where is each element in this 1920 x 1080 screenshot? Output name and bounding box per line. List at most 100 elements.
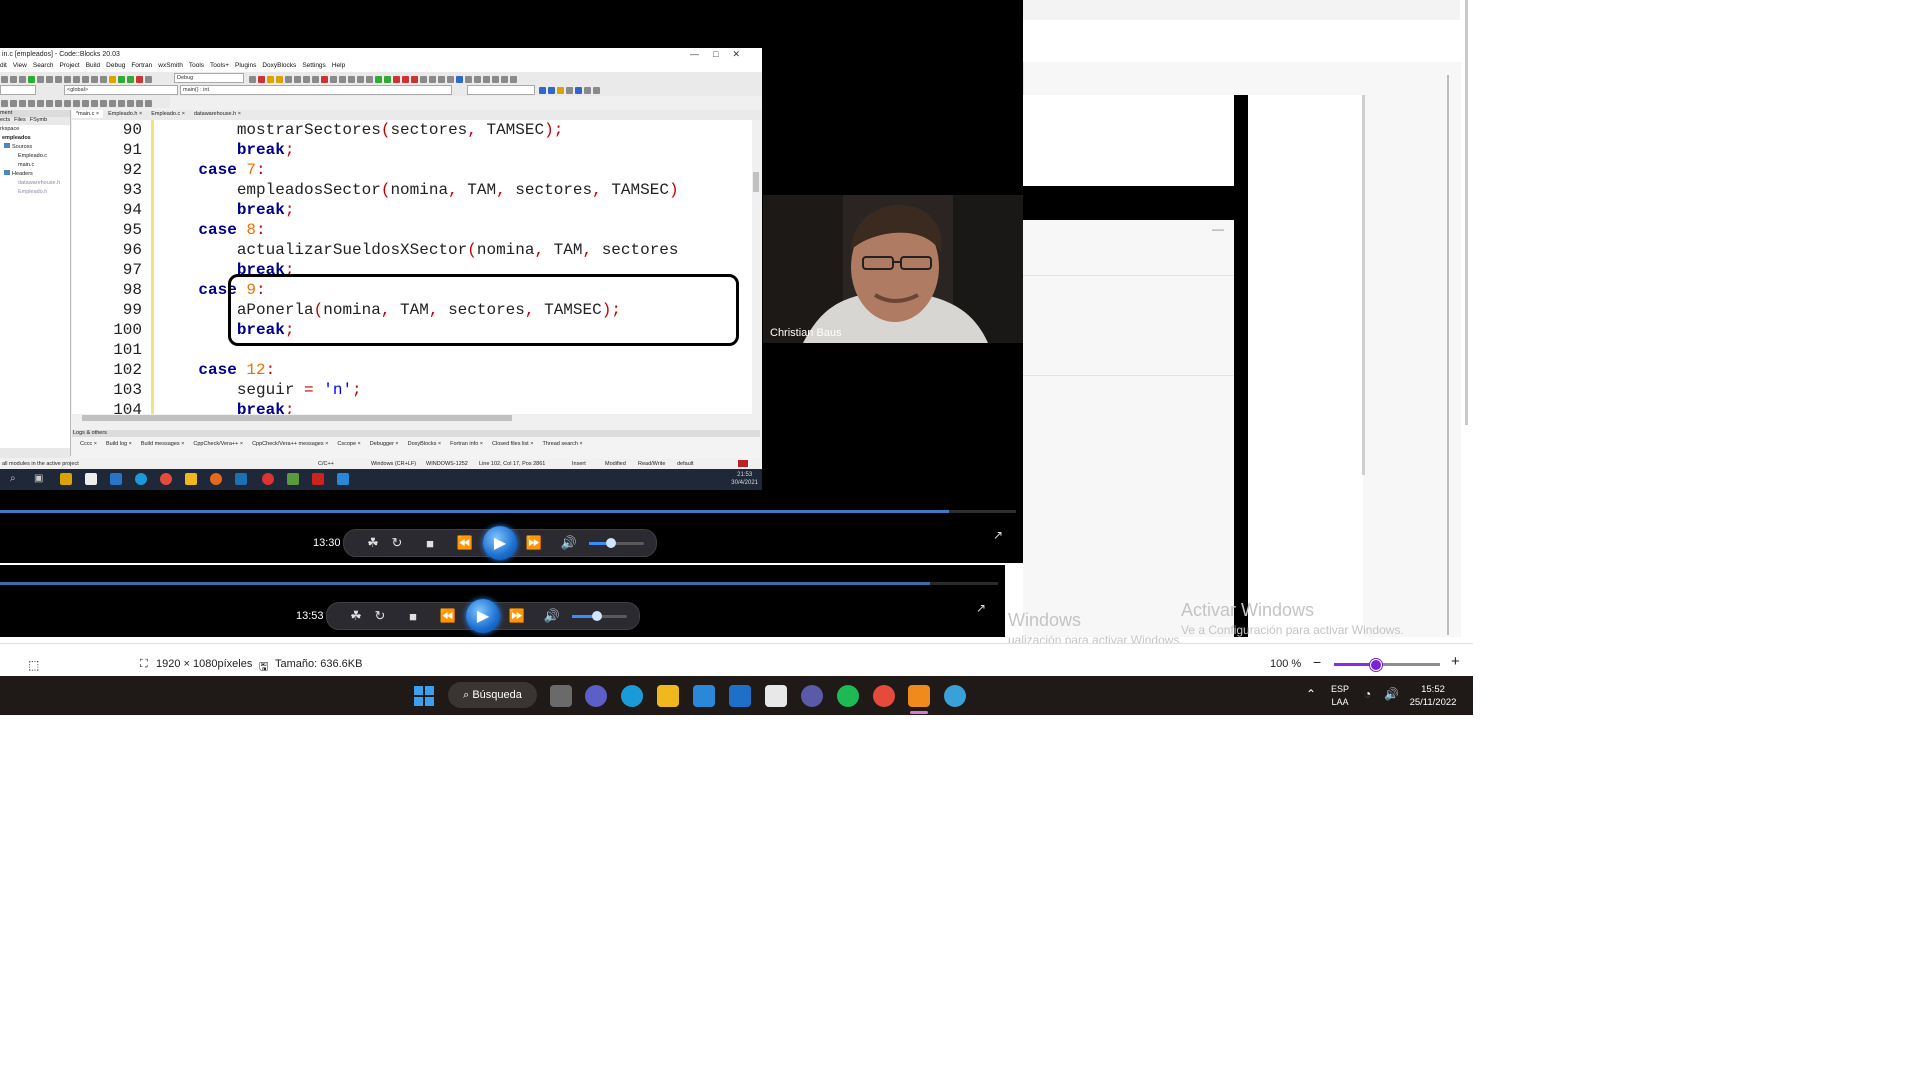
- menu-item-view[interactable]: View: [13, 62, 27, 69]
- fast-forward-icon[interactable]: ⏩: [521, 530, 547, 556]
- repeat-icon[interactable]: ↻: [384, 530, 410, 556]
- log-tab[interactable]: Cscope ×: [337, 441, 360, 447]
- seek-bar-front[interactable]: [0, 510, 1016, 513]
- log-tab[interactable]: Fortran info ×: [450, 441, 483, 447]
- editor-vertical-scrollbar[interactable]: [752, 120, 760, 417]
- editor-tab[interactable]: *main.c ×: [72, 110, 104, 118]
- menu-item-plugins[interactable]: Plugins: [235, 62, 256, 69]
- play-icon[interactable]: ▶: [466, 599, 500, 633]
- tree-item[interactable]: Headers: [0, 170, 70, 179]
- zoom-out-button[interactable]: −: [1313, 654, 1321, 670]
- tree-item[interactable]: Empleado.h: [0, 188, 70, 197]
- menu-item-dit[interactable]: dit: [0, 62, 7, 69]
- menu-item-search[interactable]: Search: [33, 62, 54, 69]
- wifi-icon[interactable]: ◔: [1364, 687, 1371, 701]
- snipping-tool-icon[interactable]: [765, 685, 787, 707]
- minimize-icon[interactable]: —: [1212, 222, 1224, 236]
- teams-chat-icon[interactable]: [585, 685, 607, 707]
- volume-icon[interactable]: 🔊: [556, 530, 582, 556]
- log-tab[interactable]: Build messages ×: [141, 441, 185, 447]
- function-select[interactable]: main() : int: [180, 85, 452, 95]
- spotify-icon[interactable]: [837, 685, 859, 707]
- media-player-icon[interactable]: ☘: [343, 603, 369, 629]
- menu-item-wxsmith[interactable]: wxSmith: [158, 62, 183, 69]
- tree-item[interactable]: rkspace: [0, 125, 70, 134]
- file-explorer-icon[interactable]: [657, 685, 679, 707]
- fast-forward-icon[interactable]: ⏩: [504, 603, 530, 629]
- tree-item[interactable]: main.c: [0, 161, 70, 170]
- tree-item[interactable]: Sources: [0, 143, 70, 152]
- selection-icon[interactable]: ⬚: [28, 658, 39, 672]
- log-tab[interactable]: Build log ×: [106, 441, 132, 447]
- editor-tab[interactable]: Empleado.c ×: [147, 110, 189, 118]
- menu-item-build[interactable]: Build: [86, 62, 100, 69]
- log-tab[interactable]: Thread search ×: [542, 441, 582, 447]
- volume-slider-back[interactable]: [572, 611, 627, 621]
- volume-icon[interactable]: 🔊: [539, 603, 565, 629]
- miniplayer-icon[interactable]: ↗: [976, 601, 990, 615]
- speaker-icon[interactable]: 🔊: [1384, 687, 1399, 701]
- window-scrollbar[interactable]: [1465, 0, 1468, 425]
- management-tab[interactable]: ects: [0, 117, 10, 123]
- search-icon: ⌕: [10, 473, 16, 484]
- app-icon[interactable]: [801, 685, 823, 707]
- menu-item-tools[interactable]: Tools: [189, 62, 204, 69]
- log-tab[interactable]: Cccc ×: [80, 441, 97, 447]
- media-player-icon[interactable]: ☘: [360, 530, 386, 556]
- menu-item-help[interactable]: Help: [332, 62, 345, 69]
- menu-item-fortran[interactable]: Fortran: [131, 62, 152, 69]
- rewind-icon[interactable]: ⏪: [435, 603, 461, 629]
- tree-item[interactable]: empleados: [0, 134, 70, 143]
- task-view-icon[interactable]: [550, 685, 572, 707]
- microsoft-store-icon[interactable]: [693, 685, 715, 707]
- tree-item[interactable]: datawarehouse.h: [0, 179, 70, 188]
- play-icon[interactable]: ▶: [483, 526, 517, 560]
- log-tab[interactable]: CppCheck/Vera++ ×: [193, 441, 243, 447]
- app-icon-2[interactable]: [944, 685, 966, 707]
- code-editor[interactable]: 90 mostrarSectores(sectores, TAMSEC); 91 …: [72, 120, 760, 417]
- chevron-up-icon[interactable]: ⌃: [1306, 687, 1316, 701]
- background-scrollbar-right[interactable]: [1447, 75, 1449, 635]
- log-tab[interactable]: DoxyBlocks ×: [408, 441, 441, 447]
- media-player-icon[interactable]: [908, 685, 930, 707]
- zoom-slider[interactable]: [1334, 663, 1440, 666]
- seek-bar-back[interactable]: [0, 582, 998, 585]
- stop-icon[interactable]: ■: [400, 603, 426, 629]
- zoom-in-button[interactable]: +: [1451, 653, 1460, 670]
- background-scrollbar[interactable]: [1362, 95, 1365, 475]
- taskbar-clock[interactable]: 15:52 25/11/2022: [1408, 683, 1458, 709]
- management-scrollbar[interactable]: [0, 448, 70, 458]
- language-indicator[interactable]: ESP LAA: [1331, 683, 1349, 709]
- editor-tab[interactable]: Empleado.h ×: [104, 110, 146, 118]
- volume-slider-front[interactable]: [589, 538, 644, 548]
- search-combo[interactable]: [467, 85, 535, 95]
- log-tab[interactable]: Debugger ×: [370, 441, 399, 447]
- management-tab[interactable]: Files: [14, 117, 26, 123]
- mail-icon[interactable]: [729, 685, 751, 707]
- toolbar-combo[interactable]: [0, 85, 36, 95]
- scope-select[interactable]: <global>: [64, 85, 178, 95]
- miniplayer-icon[interactable]: ↗: [993, 528, 1007, 542]
- repeat-icon[interactable]: ↻: [367, 603, 393, 629]
- editor-horizontal-scrollbar[interactable]: [72, 414, 760, 422]
- rewind-icon[interactable]: ⏪: [452, 530, 478, 556]
- editor-tab[interactable]: datawarehouse.h ×: [190, 110, 245, 118]
- tree-item[interactable]: Empleado.c: [0, 152, 70, 161]
- menu-item-settings[interactable]: Settings: [302, 62, 326, 69]
- log-tab[interactable]: Closed files list ×: [492, 441, 533, 447]
- stop-icon[interactable]: ■: [417, 530, 443, 556]
- management-tab[interactable]: FSymb: [30, 117, 47, 123]
- menu-item-debug[interactable]: Debug: [106, 62, 125, 69]
- edge-icon[interactable]: [621, 685, 643, 707]
- menu-item-doxyblocks[interactable]: DoxyBlocks: [262, 62, 296, 69]
- menu-item-tools[interactable]: Tools+: [210, 62, 229, 69]
- zoom-slider-thumb[interactable]: [1370, 659, 1382, 671]
- window-buttons[interactable]: —□✕: [690, 49, 754, 60]
- taskbar-search[interactable]: ⌕ Búsqueda: [448, 682, 537, 708]
- log-tab[interactable]: CppCheck/Vera++ messages ×: [252, 441, 328, 447]
- build-target-select[interactable]: Debug: [174, 73, 244, 83]
- codeblocks-title: in.c [empleados] - Code::Blocks 20.03: [2, 51, 120, 58]
- chrome-icon[interactable]: [873, 685, 895, 707]
- menu-item-project[interactable]: Project: [59, 62, 79, 69]
- windows-start-icon[interactable]: [413, 685, 435, 707]
